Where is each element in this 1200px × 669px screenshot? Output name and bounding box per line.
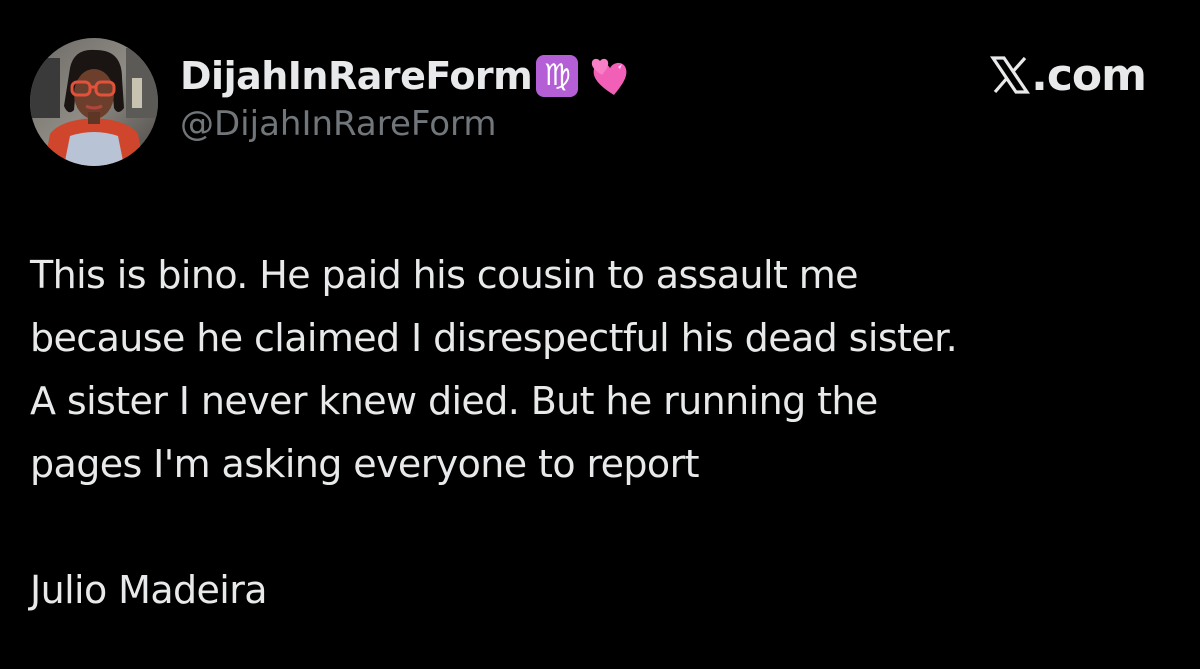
author-handle[interactable]: @DijahInRareForm xyxy=(180,104,634,144)
x-logo-icon xyxy=(990,56,1031,94)
avatar-photo xyxy=(30,38,158,166)
brand-watermark: .com xyxy=(990,49,1147,101)
two-hearts-icon xyxy=(592,58,627,95)
brand-suffix: .com xyxy=(1031,49,1147,101)
tweet-line: pages I'm asking everyone to report xyxy=(30,442,700,486)
tweet-line: This is bino. He paid his cousin to assa… xyxy=(30,253,859,297)
tweet-line: because he claimed I disrespectful his d… xyxy=(30,316,958,360)
tweet-header: DijahInRareForm ♍ @DijahInRareForm .com xyxy=(30,38,1170,168)
display-name[interactable]: DijahInRareForm xyxy=(180,54,533,98)
display-name-row: DijahInRareForm ♍ xyxy=(180,52,634,100)
tweet-text: This is bino. He paid his cousin to assa… xyxy=(30,244,1180,622)
author-identity: DijahInRareForm ♍ @DijahInRareForm xyxy=(180,52,634,144)
tweet-signature: Julio Madeira xyxy=(30,568,268,612)
tweet-line: A sister I never knew died. But he runni… xyxy=(30,379,878,423)
avatar[interactable] xyxy=(30,38,158,166)
virgo-icon: ♍ xyxy=(536,55,579,97)
